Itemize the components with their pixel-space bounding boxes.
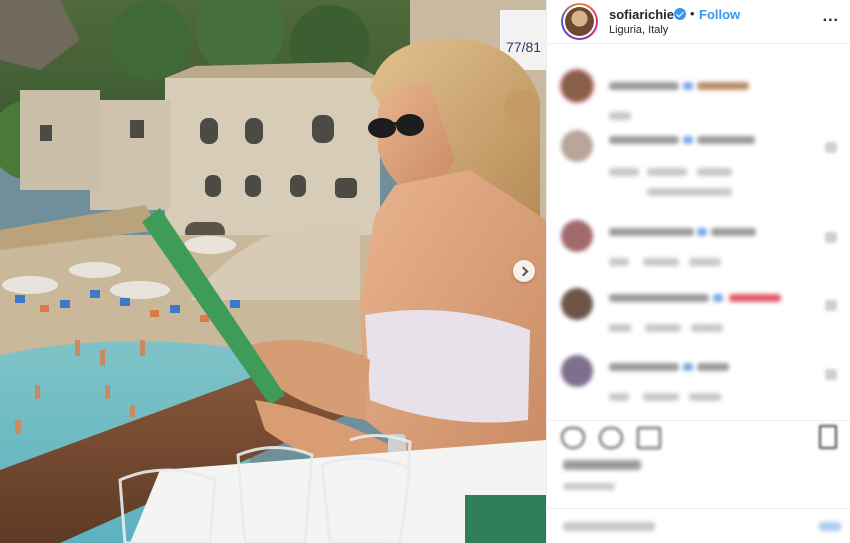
comment-text [697,82,749,90]
chevron-right-icon [518,266,528,276]
post-header: sofiarichie • Follow Liguria, Italy ... [547,0,850,44]
likes-count[interactable] [563,460,641,470]
verified-badge-icon [674,8,686,20]
comment-meta [645,324,681,332]
comment-username[interactable] [609,82,679,90]
post-side-panel: sofiarichie • Follow Liguria, Italy ... [546,0,850,543]
verified-badge-icon [683,82,693,90]
photo-scene: 77/81 [0,0,546,543]
view-replies-link[interactable] [647,188,732,196]
verified-badge-icon [683,136,693,144]
post-actions [547,420,850,460]
sign-text: 77/81 [506,39,541,55]
share-icon[interactable] [637,427,661,449]
heart-icon[interactable] [825,300,837,311]
post-photo[interactable]: 77/81 [0,0,546,543]
comment-text [711,228,756,236]
comment-meta [643,393,679,401]
comment-username[interactable] [609,294,709,302]
username-link[interactable]: sofiarichie [609,7,674,22]
comment-meta [643,258,679,266]
avatar-photo [565,7,594,36]
comment-meta [609,324,631,332]
comment-username[interactable] [609,363,679,371]
heart-icon[interactable] [825,369,837,380]
verified-badge-icon [697,228,707,236]
divider [547,508,850,509]
more-options-icon[interactable]: ... [823,8,839,26]
add-comment-input[interactable] [563,522,655,531]
location-link[interactable]: Liguria, Italy [609,24,668,36]
comment-avatar[interactable] [561,288,593,320]
comment-text [697,136,755,144]
bookmark-icon[interactable] [819,425,837,449]
comment-meta [609,112,631,120]
reply-link[interactable] [691,324,723,332]
post-timestamp [563,483,615,490]
comment-meta [609,393,629,401]
post-comment-button[interactable] [819,522,841,531]
reply-link[interactable] [697,168,732,176]
reply-link[interactable] [689,258,721,266]
heart-icon[interactable] [825,142,837,153]
comment-avatar[interactable] [561,130,593,162]
comment-icon[interactable] [599,427,623,449]
comment-item [547,355,850,425]
comment-meta [647,168,687,176]
heart-icon[interactable] [825,232,837,243]
verified-badge-icon [713,294,723,302]
verified-badge-icon [683,363,693,371]
comment-text [729,294,781,302]
comment-avatar[interactable] [561,355,593,387]
comment-avatar[interactable] [561,70,593,102]
comment-username[interactable] [609,136,679,144]
comment-item [547,130,850,200]
avatar[interactable] [561,3,598,40]
comment-username[interactable] [609,228,694,236]
comment-meta [609,168,639,176]
comment-item [547,220,850,290]
comment-text [697,363,729,371]
comment-avatar[interactable] [561,220,593,252]
carousel-next-button[interactable] [513,260,535,282]
reply-link[interactable] [689,393,721,401]
separator-dot: • [690,6,695,21]
heart-icon[interactable] [561,427,585,449]
comment-item [547,288,850,358]
follow-button[interactable]: Follow [699,7,740,22]
comment-meta [609,258,629,266]
